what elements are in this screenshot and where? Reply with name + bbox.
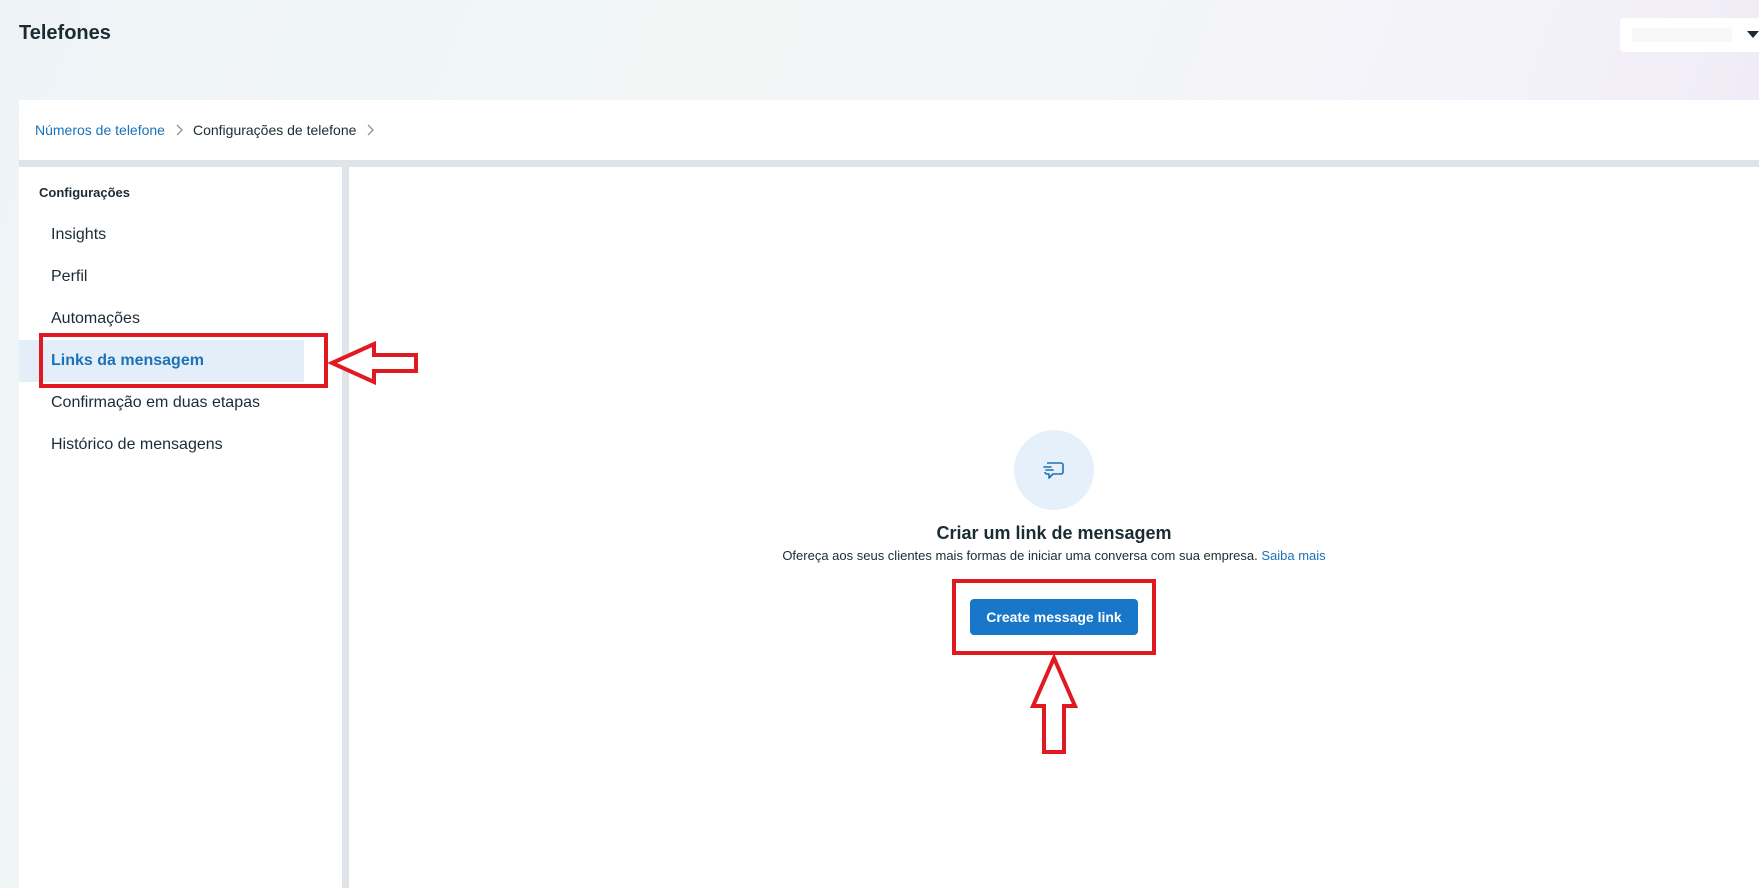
chevron-right-icon (165, 124, 193, 136)
sidebar-item-message-history[interactable]: Histórico de mensagens (19, 424, 304, 466)
empty-state: Criar um link de mensagem Ofereça aos se… (349, 430, 1759, 755)
sidebar-item-message-links[interactable]: Links da mensagem (19, 340, 304, 382)
breadcrumb-phone-numbers[interactable]: Números de telefone (35, 122, 165, 138)
breadcrumb-phone-settings: Configurações de telefone (192, 122, 357, 138)
settings-sidebar: Configurações Insights Perfil Automações… (19, 167, 349, 888)
top-bar: Telefones (0, 0, 1759, 100)
message-link-icon (1014, 430, 1094, 510)
learn-more-link[interactable]: Saiba mais (1261, 548, 1325, 563)
empty-state-title: Criar um link de mensagem (936, 523, 1172, 543)
breadcrumb: Números de telefone Configurações de tel… (19, 100, 1759, 167)
sidebar-item-automations[interactable]: Automações (19, 298, 304, 340)
caret-down-icon (1747, 31, 1759, 38)
main-panel: Criar um link de mensagem Ofereça aos se… (349, 167, 1759, 888)
account-selector[interactable] (1620, 18, 1759, 52)
arrow-up-annotation (1030, 655, 1078, 754)
sidebar-item-profile[interactable]: Perfil (19, 256, 304, 298)
chevron-right-icon (356, 124, 384, 136)
settings-body: Configurações Insights Perfil Automações… (19, 167, 1759, 888)
sidebar-item-two-step-verification[interactable]: Confirmação em duas etapas (19, 382, 304, 424)
empty-state-description: Ofereça aos seus clientes mais formas de… (782, 548, 1325, 563)
content-card: Números de telefone Configurações de tel… (19, 100, 1759, 888)
account-selector-value (1632, 28, 1732, 42)
create-button-highlight: Create message link (952, 579, 1156, 655)
page-title: Telefones (19, 22, 111, 44)
empty-state-description-text: Ofereça aos seus clientes mais formas de… (782, 548, 1258, 563)
sidebar-item-insights[interactable]: Insights (19, 214, 304, 256)
sidebar-heading: Configurações (39, 185, 131, 200)
create-message-link-button[interactable]: Create message link (970, 599, 1138, 635)
